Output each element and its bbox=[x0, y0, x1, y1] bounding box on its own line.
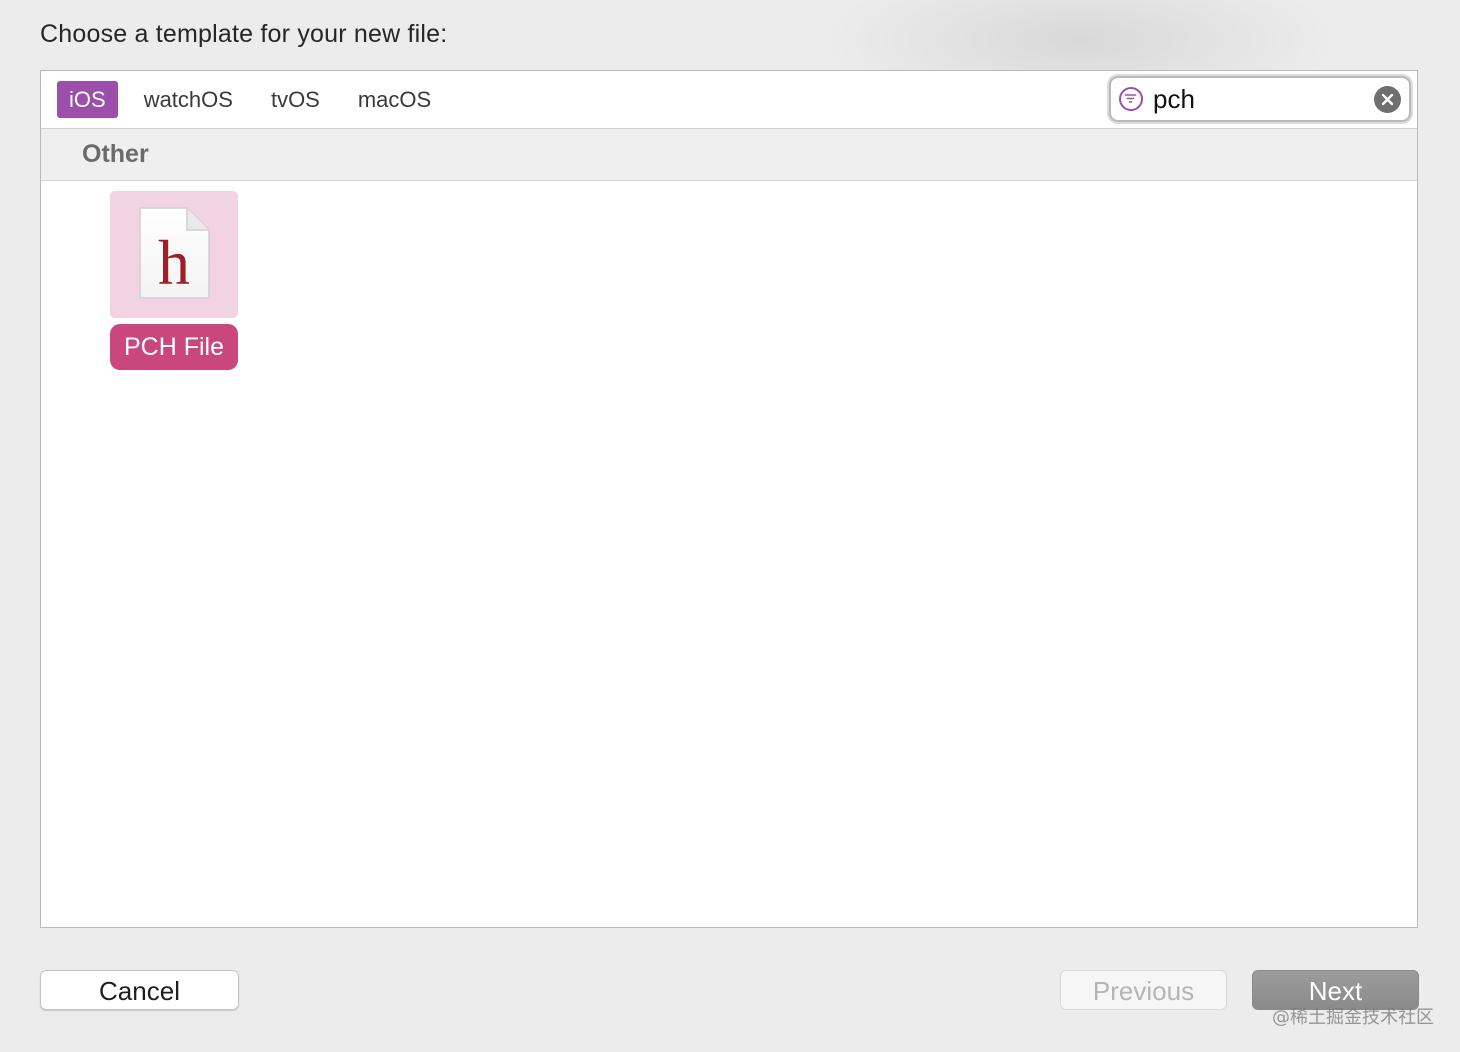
section-title: Other bbox=[82, 140, 149, 168]
clear-icon[interactable] bbox=[1374, 86, 1401, 113]
header-file-glyph: h bbox=[158, 227, 190, 298]
tab-ios[interactable]: iOS bbox=[57, 81, 118, 118]
platform-tabs: iOS watchOS tvOS macOS bbox=[57, 81, 450, 118]
header-file-icon: h bbox=[139, 207, 210, 299]
tab-macos[interactable]: macOS bbox=[339, 81, 450, 118]
template-label[interactable]: PCH File bbox=[110, 324, 238, 370]
dialog-title: Choose a template for your new file: bbox=[40, 20, 448, 48]
section-header: Other bbox=[41, 129, 1417, 181]
template-icon-tile[interactable]: h bbox=[110, 191, 238, 318]
template-chooser-panel: iOS watchOS tvOS macOS Other bbox=[40, 70, 1418, 928]
watermark: @稀土掘金技术社区 bbox=[1272, 1007, 1434, 1028]
previous-button[interactable]: Previous bbox=[1060, 970, 1227, 1010]
tab-tvos[interactable]: tvOS bbox=[252, 81, 339, 118]
search-input[interactable] bbox=[1153, 82, 1363, 116]
tab-watchos[interactable]: watchOS bbox=[125, 81, 252, 118]
filter-icon[interactable] bbox=[1119, 87, 1143, 111]
search-field[interactable] bbox=[1109, 76, 1411, 122]
template-pch-file[interactable]: h PCH File bbox=[110, 191, 238, 370]
platform-tab-bar: iOS watchOS tvOS macOS bbox=[41, 71, 1417, 129]
cancel-button[interactable]: Cancel bbox=[40, 970, 239, 1010]
